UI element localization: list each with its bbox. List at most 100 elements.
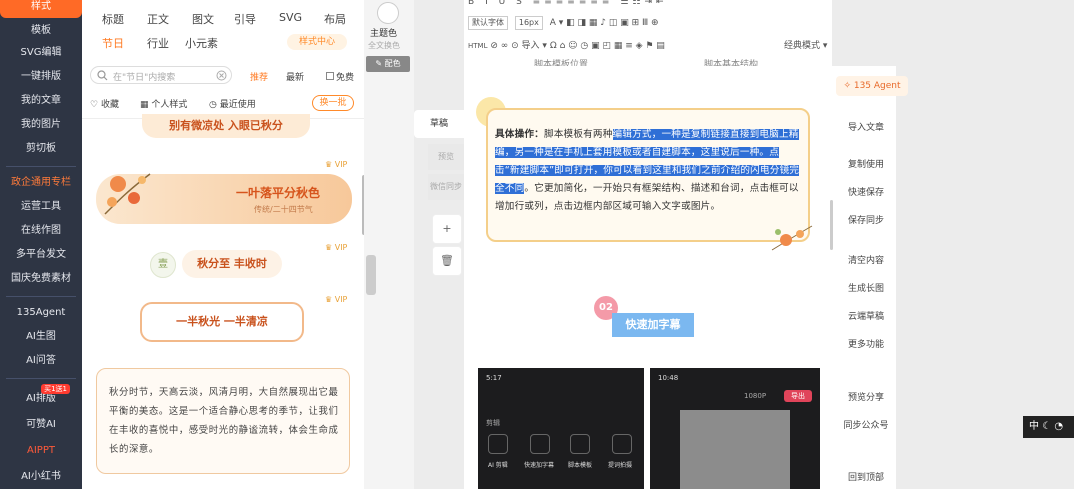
ime-toolbar[interactable]: 中 ☾ ◔ xyxy=(1023,416,1074,438)
swap-batch-button[interactable]: 换一批 xyxy=(312,95,354,111)
font-size-select[interactable]: 16px xyxy=(514,16,543,30)
nav-my-images[interactable]: 我的图片 xyxy=(0,114,82,136)
align-icons[interactable]: ≡≡≡≡≡≡≡ xyxy=(533,0,614,7)
nav-template[interactable]: 模板 xyxy=(0,20,82,42)
nav-kezan-ai[interactable]: 可赞AI xyxy=(0,414,82,436)
html-icon[interactable]: HTML xyxy=(468,42,487,50)
style-card-autumn-equinox[interactable]: 一叶落平分秋色 传统/二十四节气 xyxy=(96,173,352,224)
nav-ai-image[interactable]: AI生图 xyxy=(0,326,82,348)
palette-icon[interactable] xyxy=(377,2,399,24)
nav-ai-layout[interactable]: AI排版 买1送1 xyxy=(0,384,82,410)
cat-layout[interactable]: 布局 xyxy=(324,11,346,27)
phone2-export-button[interactable]: 导出 xyxy=(784,390,812,402)
wechat-sync-side-button[interactable]: 微信同步 xyxy=(428,174,464,200)
personal-styles-tool[interactable]: ▦ 个人样式 xyxy=(140,97,187,110)
style-card-half-autumn[interactable]: 一半秋光 一半清凉 xyxy=(140,302,304,342)
insert-icons[interactable]: Ω ⌂ ☺ ◷ ▣ ◰ ▦ ≡ ◈ ⚑ ▤ xyxy=(550,41,665,51)
nav-style[interactable]: 样式 xyxy=(0,0,82,18)
back-to-top-button[interactable]: 回到顶部 xyxy=(838,470,894,483)
cloud-draft-button[interactable]: 云端草稿 xyxy=(838,309,894,322)
filter-latest[interactable]: 最新 xyxy=(286,70,304,83)
video-preview xyxy=(680,410,790,489)
nav-svg-edit[interactable]: SVG编辑 xyxy=(0,42,82,64)
bold-icon[interactable]: B xyxy=(468,0,478,7)
free-checkbox[interactable] xyxy=(326,72,334,80)
flower-branch-icon xyxy=(104,173,151,215)
misc-icons[interactable]: ⊘ ∞ ⊙ xyxy=(490,41,518,51)
canvas-scrollbar[interactable] xyxy=(830,200,833,250)
italic-icon[interactable]: I xyxy=(485,0,492,7)
cat-svg[interactable]: SVG xyxy=(279,11,302,24)
search-box[interactable]: 在"节日"内搜索 xyxy=(90,66,232,84)
moon-icon: ☾ xyxy=(1042,421,1052,432)
more-features-button[interactable]: 更多功能 xyxy=(838,337,894,350)
agent-button[interactable]: ✧ 135 Agent xyxy=(836,76,908,96)
phone-screenshot-1[interactable]: 5:17 剪辑 AI 剪辑 快速加字幕 脚本模板 提词拍摄 xyxy=(478,368,644,489)
save-sync-button[interactable]: 保存同步 xyxy=(838,213,894,226)
cat-body[interactable]: 正文 xyxy=(147,11,169,27)
nav-multi-platform[interactable]: 多平台发文 xyxy=(0,244,82,266)
style-center-button[interactable]: 样式中心 xyxy=(287,34,347,50)
nav-ops-tools[interactable]: 运营工具 xyxy=(0,196,82,218)
trash-icon[interactable]: 🗑 xyxy=(432,246,462,276)
collapse-handle[interactable] xyxy=(366,255,376,295)
cat-small-elements[interactable]: 小元素 xyxy=(185,35,218,51)
nav-135agent[interactable]: 135Agent xyxy=(0,302,82,324)
recent-label: 最近使用 xyxy=(219,100,256,110)
phone1-label-ai: AI 剪辑 xyxy=(488,462,508,469)
cat-festival[interactable]: 节日 xyxy=(102,35,124,51)
filter-free[interactable]: 免费 xyxy=(326,70,354,83)
draft-tab[interactable]: 草稿 xyxy=(414,110,464,138)
strike-icon[interactable]: S xyxy=(516,0,526,7)
nav-national-day[interactable]: 国庆免费素材 xyxy=(0,268,82,290)
clock-icon: ◷ xyxy=(209,100,217,110)
full-text-color-label[interactable]: 全文换色 xyxy=(368,40,400,51)
list-icons[interactable]: ☰☷⇥⇤ xyxy=(620,0,667,7)
nav-ai-xiaohongshu[interactable]: AI小红书 xyxy=(0,466,82,488)
nav-aippt[interactable]: AIPPT xyxy=(0,440,82,462)
font-select[interactable]: 默认字体 xyxy=(468,16,508,30)
quick-save-button[interactable]: 快速保存 xyxy=(838,185,894,198)
preview-share-button[interactable]: 预览分享 xyxy=(838,390,894,403)
copy-use-button[interactable]: 复制使用 xyxy=(838,157,894,170)
cat-guide[interactable]: 引导 xyxy=(234,11,256,27)
recent-tool[interactable]: ◷ 最近使用 xyxy=(209,97,256,110)
add-icon[interactable]: + xyxy=(432,214,462,244)
underline-icon[interactable]: U xyxy=(499,0,510,7)
phone-screenshot-2[interactable]: 10:48 1080P 导出 xyxy=(650,368,820,489)
quick-subtitle-icon[interactable] xyxy=(530,434,550,454)
clear-content-button[interactable]: 清空内容 xyxy=(838,253,894,266)
favorites-label: 收藏 xyxy=(100,100,119,110)
article-rest: 。它更加简化，一开始只有框架结构、描述和台词，点击框可以增加行或列，点击边框内部… xyxy=(495,183,799,212)
favorites-tool[interactable]: ♡ 收藏 xyxy=(90,97,119,110)
format-icons[interactable]: A ▾ ◧ ◨ ▦ ♪ ◫ ▣ ⊞ Ⅲ ⊕ xyxy=(550,18,659,28)
color-tag[interactable]: ✎ 配色 xyxy=(366,56,410,72)
phone2-time: 10:48 xyxy=(658,374,679,382)
article-paragraph[interactable]: 具体操作：脚本模板有两种编辑方式，一种是复制链接直接到电脑上精编，另一种是在手机… xyxy=(495,126,801,216)
toolbar-row-1: B I U S ≡≡≡≡≡≡≡ ☰☷⇥⇤ xyxy=(468,0,668,7)
preview-side-button[interactable]: 预览 xyxy=(428,144,464,170)
style-card-text[interactable]: 秋分时节，天高云淡，风清月明，大自然展现出它最平衡的美态。这是一个适合静心思考的… xyxy=(96,368,350,474)
import-button[interactable]: 导入 ▾ xyxy=(522,41,547,51)
style-card-harvest[interactable]: 秋分至 丰收时 xyxy=(182,250,282,278)
nav-clipboard[interactable]: 剪切板 xyxy=(0,138,82,160)
section-subtitle[interactable]: 快速加字幕 xyxy=(612,313,694,337)
nav-ai-qa[interactable]: AI问答 xyxy=(0,350,82,372)
filter-recommend[interactable]: 推荐 xyxy=(250,70,268,83)
clear-icon[interactable] xyxy=(216,70,227,81)
ai-edit-icon[interactable] xyxy=(488,434,508,454)
import-article-button[interactable]: 导入文章 xyxy=(838,120,894,133)
cat-image-text[interactable]: 图文 xyxy=(192,11,214,27)
style-card-top[interactable]: 别有微凉处 入眼已秋分 xyxy=(142,114,310,138)
script-template-icon[interactable] xyxy=(570,434,590,454)
nav-my-articles[interactable]: 我的文章 xyxy=(0,90,82,112)
generate-long-image-button[interactable]: 生成长图 xyxy=(838,281,894,294)
cat-industry[interactable]: 行业 xyxy=(147,35,169,51)
nav-online-drawing[interactable]: 在线作图 xyxy=(0,220,82,242)
classic-mode-select[interactable]: 经典模式 ▾ xyxy=(784,38,827,51)
sync-official-account-button[interactable]: 同步公众号 xyxy=(838,418,894,431)
nav-one-click-layout[interactable]: 一键排版 xyxy=(0,66,82,88)
nav-gov-column[interactable]: 政企通用专栏 xyxy=(0,172,82,194)
cat-title[interactable]: 标题 xyxy=(102,11,124,27)
teleprompter-icon[interactable] xyxy=(612,434,632,454)
